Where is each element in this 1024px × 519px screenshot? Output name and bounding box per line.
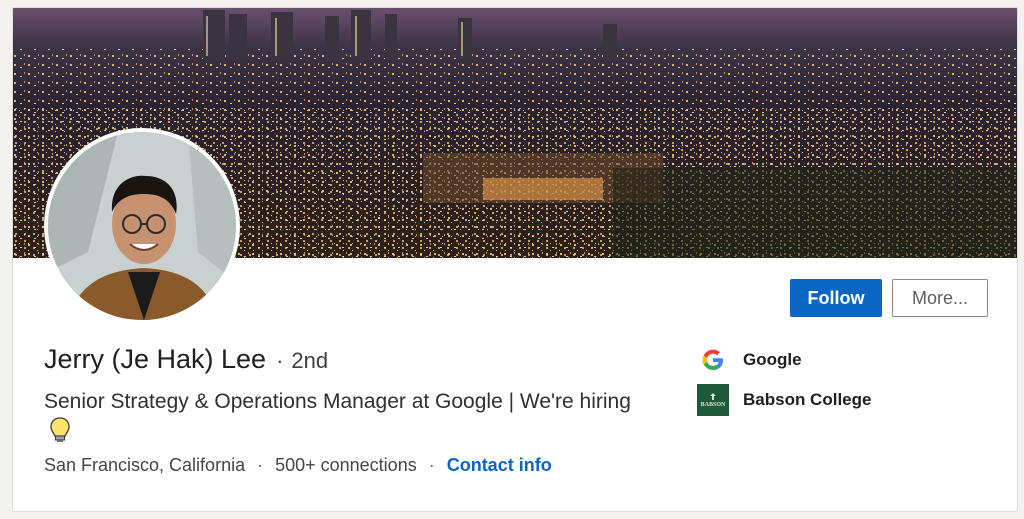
follow-button[interactable]: Follow <box>790 279 882 317</box>
lightbulb-icon <box>50 417 70 452</box>
more-button[interactable]: More... <box>892 279 988 317</box>
profile-meta: San Francisco, California · 500+ connect… <box>44 455 552 476</box>
profile-name: Jerry (Je Hak) Lee <box>44 344 267 374</box>
babson-logo-text: BABSON <box>700 402 726 408</box>
profile-card: Follow More... Jerry (Je Hak) Lee · 2nd … <box>12 7 1018 512</box>
headline-text: Senior Strategy & Operations Manager at … <box>44 390 631 413</box>
profile-photo <box>48 132 236 320</box>
profile-name-row: Jerry (Je Hak) Lee · 2nd <box>44 344 328 375</box>
org-item-google[interactable]: Google <box>697 344 802 376</box>
connections-count[interactable]: 500+ connections <box>275 455 417 476</box>
org-name: Google <box>743 350 802 369</box>
org-name: Babson College <box>743 390 872 409</box>
google-logo-icon <box>697 344 729 376</box>
org-item-babson-college[interactable]: BABSON Babson College <box>697 384 871 416</box>
connection-degree: 2nd <box>291 348 329 373</box>
profile-headline: Senior Strategy & Operations Manager at … <box>44 387 644 452</box>
profile-avatar[interactable] <box>44 128 240 324</box>
location-text: San Francisco, California <box>44 455 246 475</box>
meta-separator: · <box>428 455 435 475</box>
babson-college-logo-icon: BABSON <box>697 384 729 416</box>
connection-degree-separator: · <box>276 348 284 373</box>
meta-separator: · <box>257 455 264 475</box>
contact-info-link[interactable]: Contact info <box>447 455 552 476</box>
